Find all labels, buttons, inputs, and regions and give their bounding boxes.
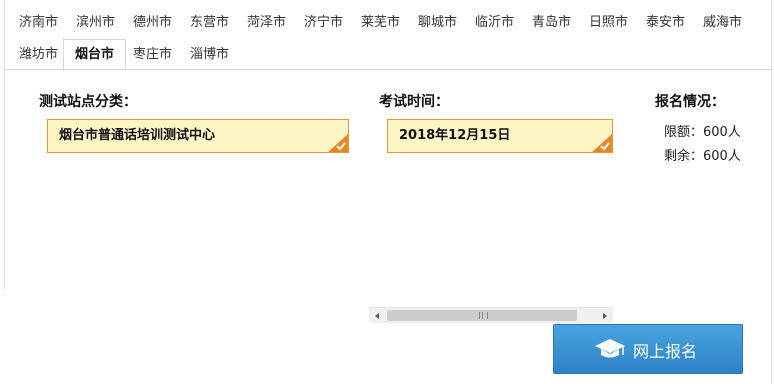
tab-dongying[interactable]: 东营市 <box>190 8 229 38</box>
signup-status-label: 报名情况： <box>655 94 725 110</box>
online-register-button[interactable]: 网上报名 <box>553 324 743 374</box>
site-select-value: 烟台市普通话培训测试中心 <box>59 128 216 143</box>
scroll-left-icon[interactable] <box>370 310 384 322</box>
checkmark-icon <box>328 134 348 152</box>
tab-jinan[interactable]: 济南市 <box>19 8 58 38</box>
tab-linyi[interactable]: 临沂市 <box>475 8 514 38</box>
tab-weihai[interactable]: 威海市 <box>703 8 742 38</box>
tab-heze[interactable]: 菏泽市 <box>247 8 286 38</box>
grip-icon <box>479 312 488 319</box>
tab-dezhou[interactable]: 德州市 <box>133 8 172 38</box>
horizontal-scrollbar[interactable] <box>369 307 613 323</box>
right-border <box>771 0 772 384</box>
quota-text: 限额：600人 <box>664 125 741 140</box>
site-select[interactable]: 烟台市普通话培训测试中心 <box>47 119 349 153</box>
checkmark-icon <box>592 134 612 152</box>
scroll-right-icon[interactable] <box>598 310 612 322</box>
exam-time-label: 考试时间： <box>379 94 449 110</box>
register-button-label: 网上报名 <box>633 344 698 361</box>
tab-laiwu[interactable]: 莱芜市 <box>361 8 400 38</box>
tab-taian[interactable]: 泰安市 <box>646 8 685 38</box>
scrollbar-thumb[interactable] <box>387 310 577 321</box>
tab-yantai[interactable]: 烟台市 <box>63 39 127 71</box>
remaining-text: 剩余：600人 <box>664 149 741 164</box>
exam-time-select[interactable]: 2018年12月15日 <box>387 119 613 153</box>
tab-zaozhuang[interactable]: 枣庄市 <box>133 40 172 70</box>
tab-binzhou[interactable]: 滨州市 <box>76 8 115 38</box>
tab-qingdao[interactable]: 青岛市 <box>532 8 571 38</box>
left-border <box>4 0 5 290</box>
tabs-divider <box>4 69 771 70</box>
tab-zibo[interactable]: 淄博市 <box>190 40 229 70</box>
tab-liaocheng[interactable]: 聊城市 <box>418 8 457 38</box>
graduation-cap-icon <box>595 339 625 358</box>
tab-rizhao[interactable]: 日照市 <box>589 8 628 38</box>
site-label: 测试站点分类： <box>39 94 137 110</box>
exam-time-value: 2018年12月15日 <box>399 128 511 143</box>
tab-jining[interactable]: 济宁市 <box>304 8 343 38</box>
tab-weifang[interactable]: 潍坊市 <box>19 40 58 70</box>
